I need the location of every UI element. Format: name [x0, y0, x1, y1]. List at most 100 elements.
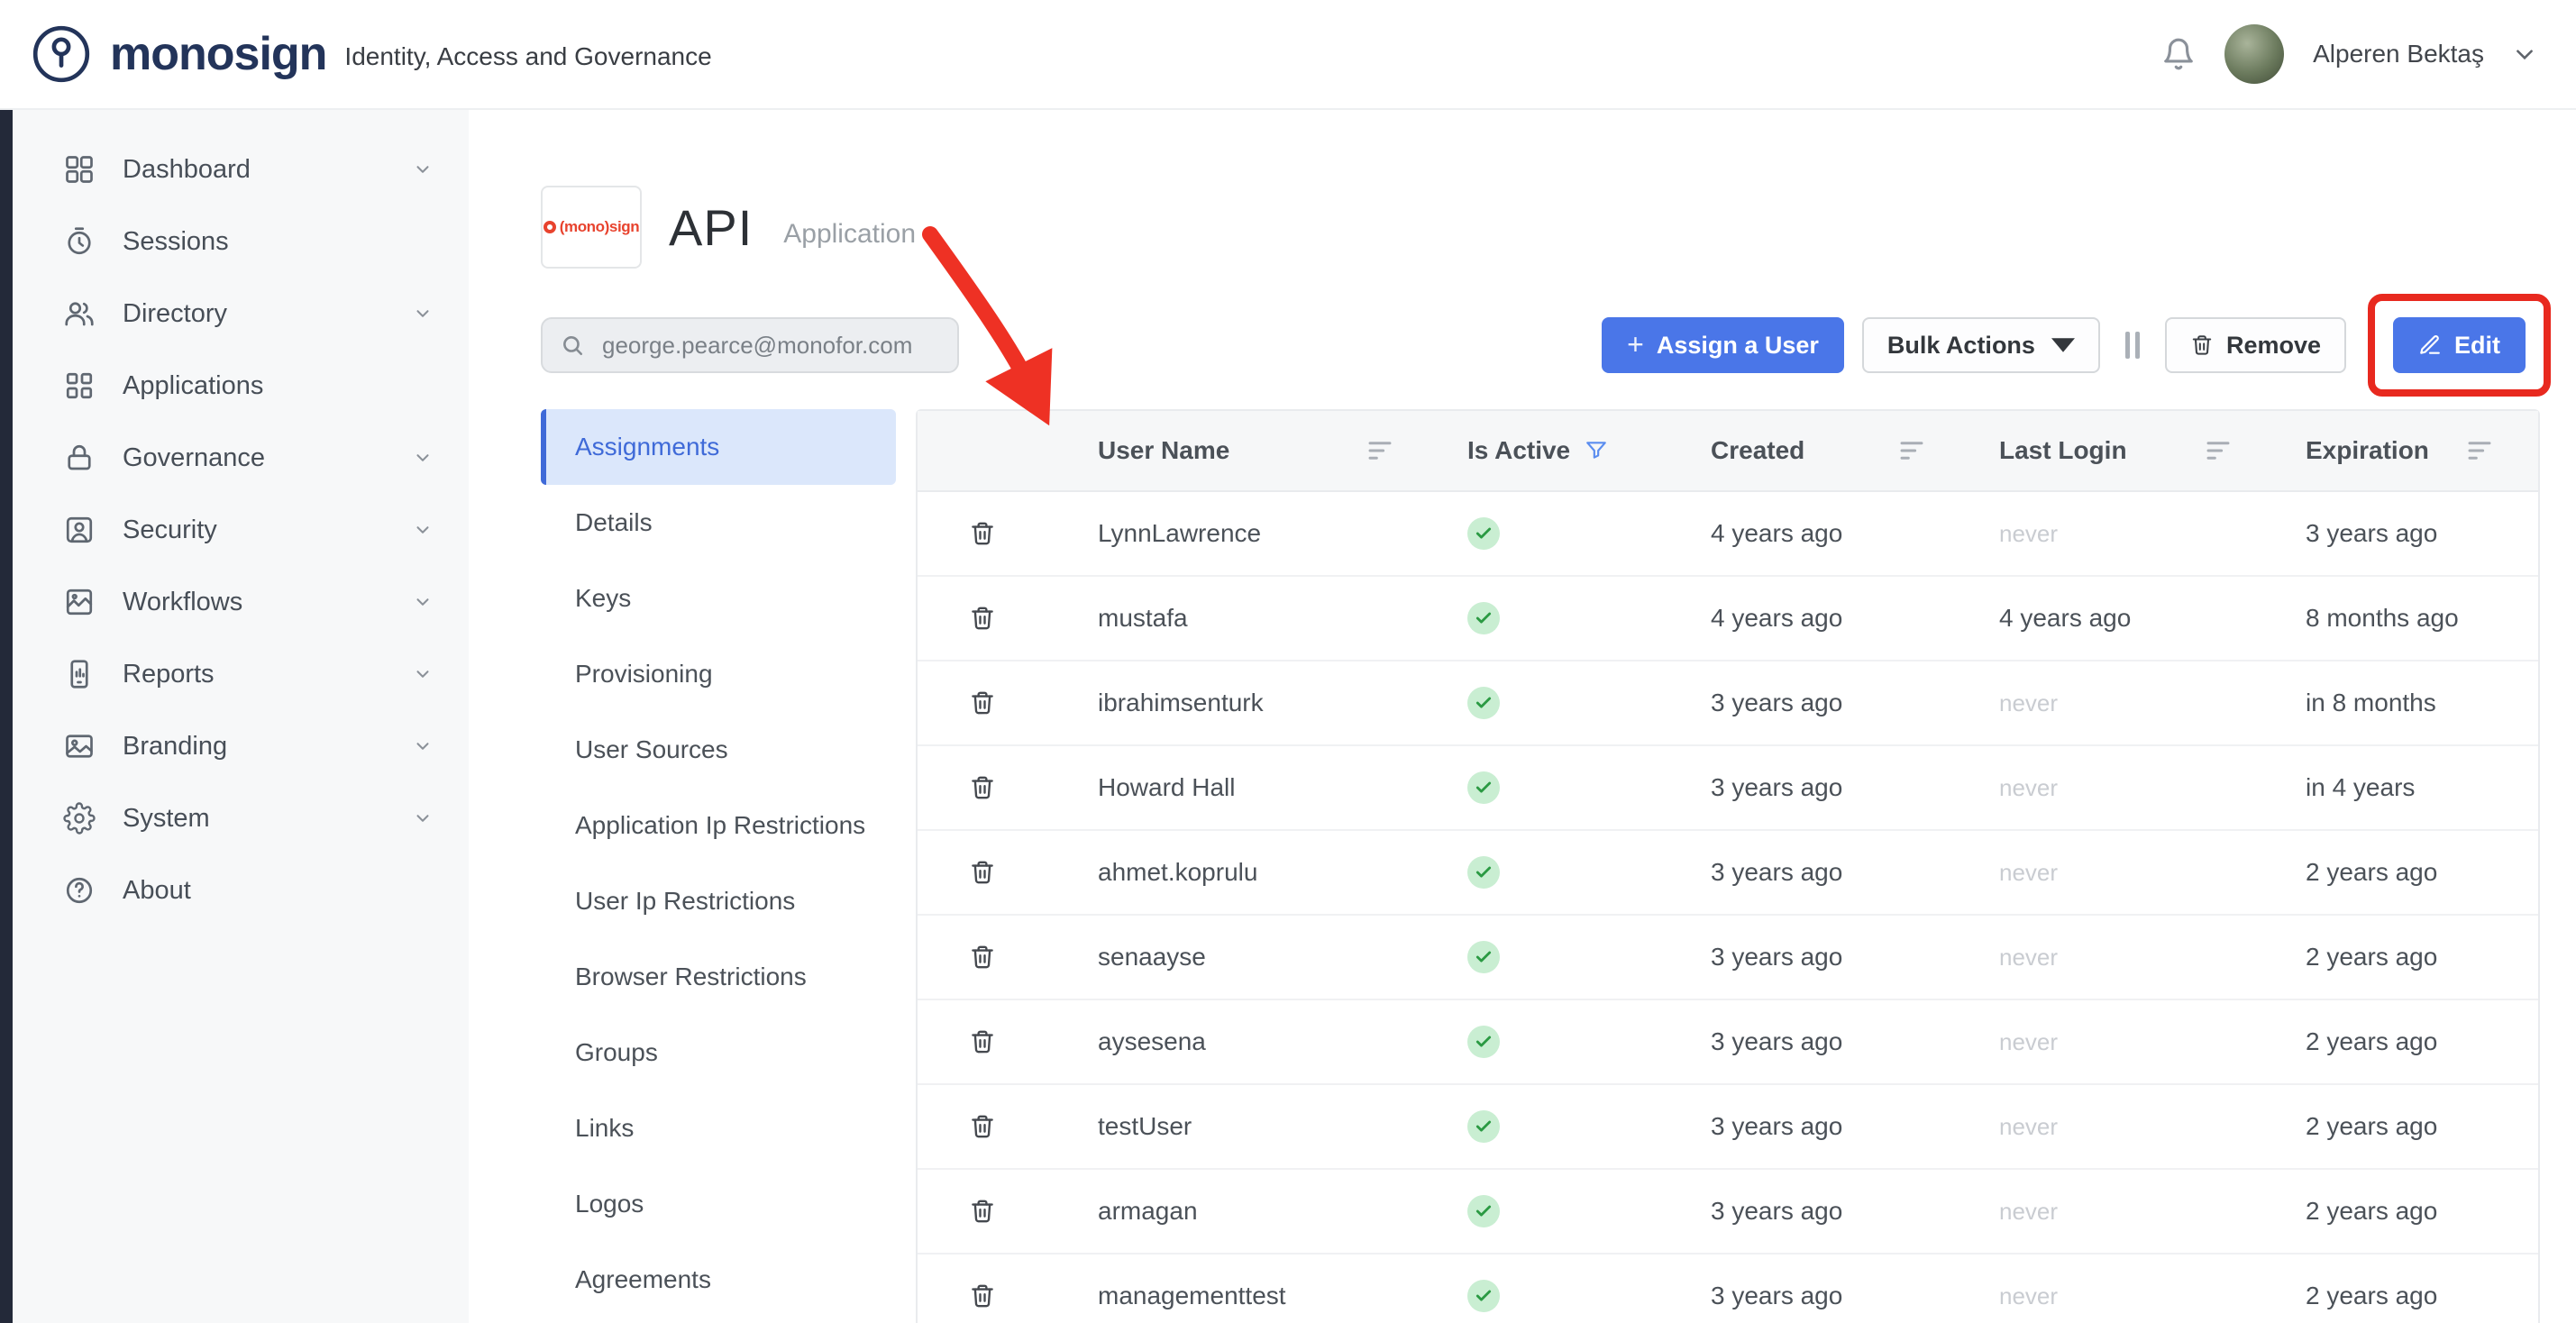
toolbar-divider [2125, 332, 2140, 359]
edit-label: Edit [2454, 332, 2500, 360]
workflows-icon [63, 586, 96, 618]
user-name: Alperen Bektaş [2313, 40, 2484, 68]
cell-user-name: managementtest [1047, 1282, 1439, 1310]
delete-row-icon[interactable] [969, 605, 996, 632]
cell-is-active [1439, 687, 1682, 719]
active-check-icon [1467, 1026, 1500, 1058]
cell-last-login: never [1970, 1198, 2277, 1226]
sidebar-item-label: Reports [123, 660, 413, 689]
active-check-icon [1467, 1280, 1500, 1312]
caret-down-icon [2051, 333, 2075, 357]
sidebar-item-branding[interactable]: Branding [13, 710, 469, 782]
app-logo-dot-icon [544, 221, 556, 233]
bulk-actions-label: Bulk Actions [1887, 332, 2035, 360]
active-check-icon [1467, 1195, 1500, 1227]
avatar[interactable] [2224, 24, 2284, 84]
filter-funnel-icon[interactable] [1585, 439, 1608, 462]
cell-created: 3 years ago [1682, 1282, 1970, 1310]
cell-actions [918, 689, 1047, 716]
sidebar-item-label: Directory [123, 299, 413, 329]
delete-row-icon[interactable] [969, 689, 996, 716]
sort-icon[interactable] [2206, 441, 2230, 461]
column-header-is-active[interactable]: Is Active [1439, 436, 1682, 465]
cell-is-active [1439, 856, 1682, 889]
system-icon [63, 802, 96, 835]
subnav-item-application-ip-restrictions[interactable]: Application Ip Restrictions [541, 788, 896, 863]
cell-created: 3 years ago [1682, 943, 1970, 972]
subnav-item-agreements[interactable]: Agreements [541, 1242, 896, 1318]
sort-icon[interactable] [2468, 441, 2491, 461]
table-row: aysesena 3 years ago never 2 years ago [918, 1000, 2538, 1085]
chevron-down-icon [413, 736, 433, 756]
assign-user-button[interactable]: + Assign a User [1602, 317, 1844, 373]
cell-user-name: Howard Hall [1047, 773, 1439, 802]
sort-icon[interactable] [1900, 441, 1923, 461]
subnav-item-logos[interactable]: Logos [541, 1166, 896, 1242]
cell-actions [918, 1282, 1047, 1309]
sidebar-item-system[interactable]: System [13, 782, 469, 854]
search-box [541, 317, 959, 373]
sidebar-item-workflows[interactable]: Workflows [13, 566, 469, 638]
sidebar: Dashboard Sessions Directory Application… [13, 110, 469, 1323]
sort-icon[interactable] [1368, 441, 1392, 461]
delete-row-icon[interactable] [969, 1282, 996, 1309]
column-label: Is Active [1467, 436, 1570, 465]
delete-row-icon[interactable] [969, 1198, 996, 1225]
subnav-item-links[interactable]: Links [541, 1090, 896, 1166]
chevron-down-icon [413, 520, 433, 540]
sidebar-item-label: About [123, 876, 413, 906]
top-header: monosign Identity, Access and Governance… [0, 0, 2576, 110]
delete-row-icon[interactable] [969, 1113, 996, 1140]
reports-icon [63, 658, 96, 690]
sidebar-item-label: Sessions [123, 227, 413, 257]
sidebar-item-sessions[interactable]: Sessions [13, 205, 469, 278]
remove-button[interactable]: Remove [2165, 317, 2346, 373]
subnav-item-groups[interactable]: Groups [541, 1015, 896, 1090]
assignments-table: User Name Is Active Created Last Lo [916, 409, 2540, 1323]
notifications-bell-icon[interactable] [2161, 37, 2196, 71]
user-menu-chevron-icon[interactable] [2513, 42, 2536, 66]
cell-created: 4 years ago [1682, 604, 1970, 633]
cell-is-active [1439, 1110, 1682, 1143]
column-label: User Name [1098, 436, 1229, 465]
cell-last-login: 4 years ago [1970, 604, 2277, 633]
column-header-last-login[interactable]: Last Login [1970, 436, 2277, 465]
sidebar-item-applications[interactable]: Applications [13, 350, 469, 422]
sidebar-item-directory[interactable]: Directory [13, 278, 469, 350]
cell-user-name: aysesena [1047, 1027, 1439, 1056]
delete-row-icon[interactable] [969, 859, 996, 886]
search-input[interactable] [598, 330, 939, 361]
cell-is-active [1439, 941, 1682, 973]
subnav-item-keys[interactable]: Keys [541, 561, 896, 636]
subnav-item-user-ip-restrictions[interactable]: User Ip Restrictions [541, 863, 896, 939]
brand[interactable]: monosign [29, 22, 326, 87]
bulk-actions-button[interactable]: Bulk Actions [1862, 317, 2100, 373]
delete-row-icon[interactable] [969, 1028, 996, 1055]
sidebar-item-security[interactable]: Security [13, 494, 469, 566]
sidebar-item-about[interactable]: About [13, 854, 469, 926]
delete-row-icon[interactable] [969, 774, 996, 801]
edit-button[interactable]: Edit [2393, 317, 2526, 373]
branding-icon [63, 730, 96, 762]
subnav-item-provisioning[interactable]: Provisioning [541, 636, 896, 712]
sidebar-item-governance[interactable]: Governance [13, 422, 469, 494]
cell-created: 3 years ago [1682, 1027, 1970, 1056]
sidebar-item-dashboard[interactable]: Dashboard [13, 133, 469, 205]
column-header-expiration[interactable]: Expiration [2277, 436, 2538, 465]
delete-row-icon[interactable] [969, 944, 996, 971]
subnav: AssignmentsDetailsKeysProvisioningUser S… [541, 409, 896, 1323]
subnav-item-browser-restrictions[interactable]: Browser Restrictions [541, 939, 896, 1015]
cell-created: 3 years ago [1682, 1197, 1970, 1226]
subnav-item-details[interactable]: Details [541, 485, 896, 561]
cell-is-active [1439, 517, 1682, 550]
app-logo: (mono)sign [541, 186, 642, 269]
column-header-user-name[interactable]: User Name [1047, 436, 1439, 465]
active-check-icon [1467, 856, 1500, 889]
subnav-item-assignments[interactable]: Assignments [541, 409, 896, 485]
subnav-item-user-sources[interactable]: User Sources [541, 712, 896, 788]
table-row: senaayse 3 years ago never 2 years ago [918, 916, 2538, 1000]
delete-row-icon[interactable] [969, 520, 996, 547]
sidebar-item-reports[interactable]: Reports [13, 638, 469, 710]
plus-icon: + [1627, 328, 1644, 361]
column-header-created[interactable]: Created [1682, 436, 1970, 465]
